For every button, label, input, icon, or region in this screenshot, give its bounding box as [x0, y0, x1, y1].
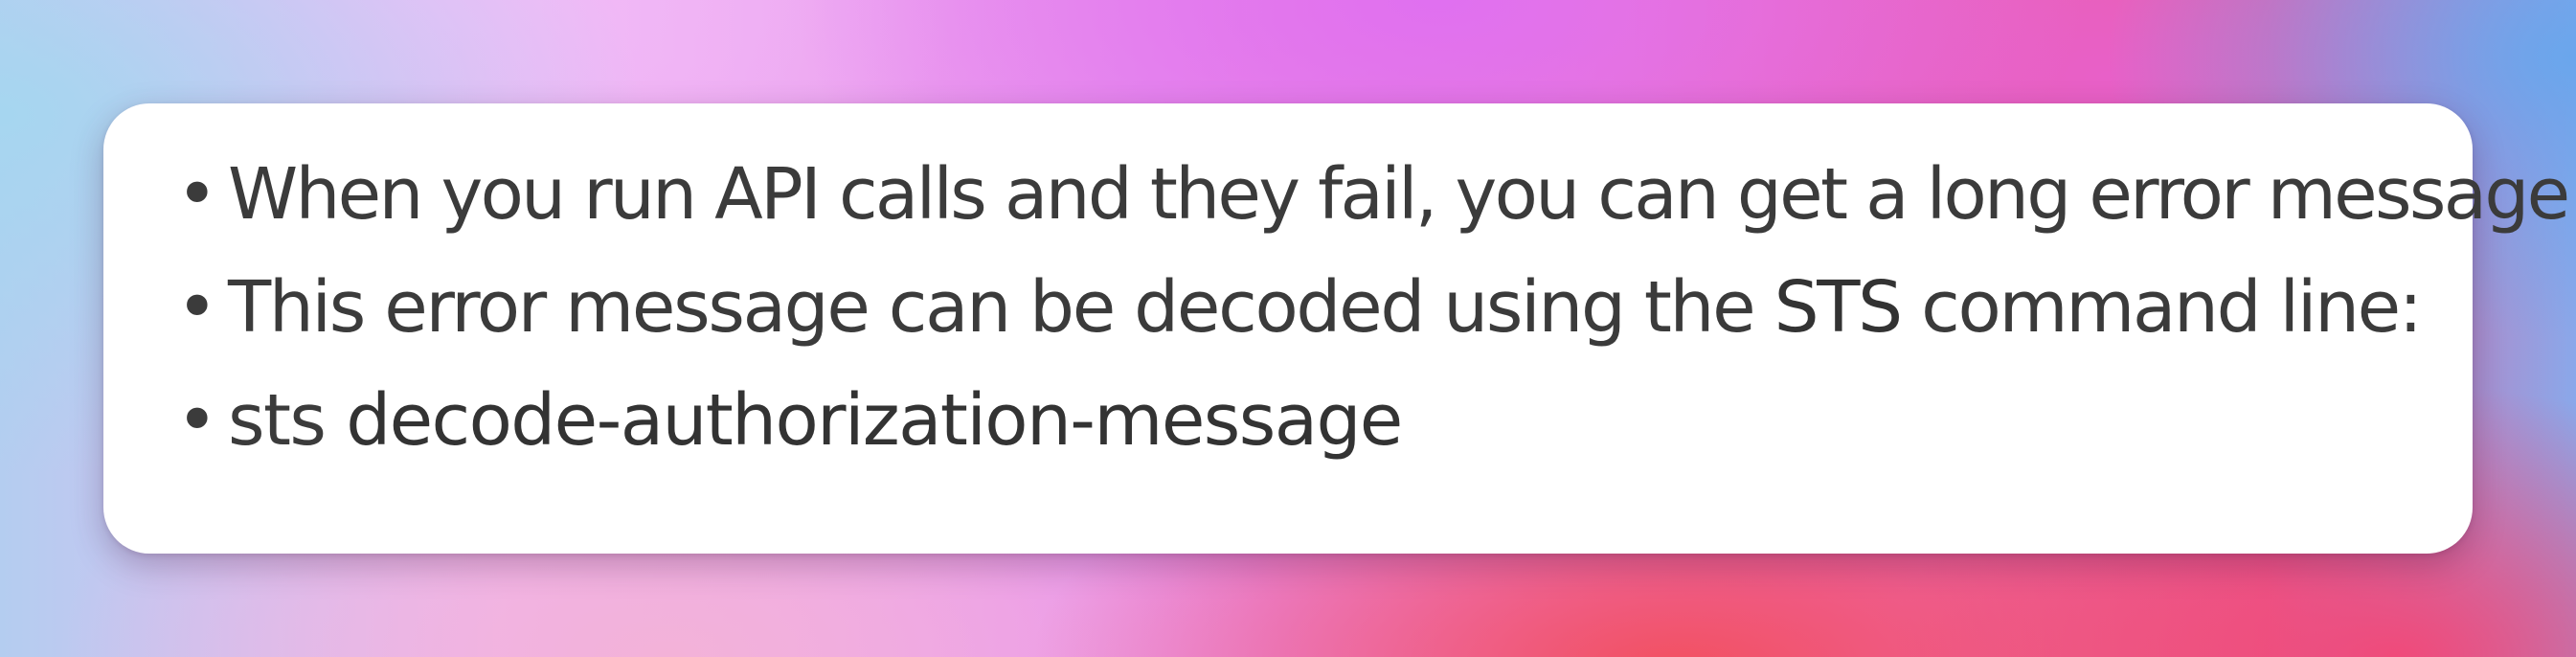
bullet-text-after: command line:: [1900, 266, 2423, 349]
bullet-text: sts decode-authorization-message: [228, 379, 1403, 462]
sts-emphasis: STS: [1774, 266, 1904, 349]
bullet-text: When you run API calls and they fail, yo…: [228, 153, 2570, 236]
bullet-list: When you run API calls and they fail, yo…: [176, 153, 2570, 492]
content-card: When you run API calls and they fail, yo…: [103, 103, 2570, 554]
bullet-item-decode-sts: This error message can be decoded using …: [176, 266, 2434, 379]
bullet-item-api-errors: When you run API calls and they fail, yo…: [176, 153, 2570, 266]
bullet-item-command: sts decode-authorization-message: [176, 379, 2434, 492]
bullet-text-before: This error message can be decoded using …: [228, 266, 1774, 349]
command-prefix: sts: [228, 379, 347, 462]
bullet-dot-icon: [176, 266, 228, 349]
command-name: decode-authorization-message: [346, 379, 1403, 462]
bullet-text: This error message can be decoded using …: [228, 266, 2423, 349]
bullet-dot-icon: [176, 153, 228, 236]
bullet-dot-icon: [176, 379, 228, 462]
